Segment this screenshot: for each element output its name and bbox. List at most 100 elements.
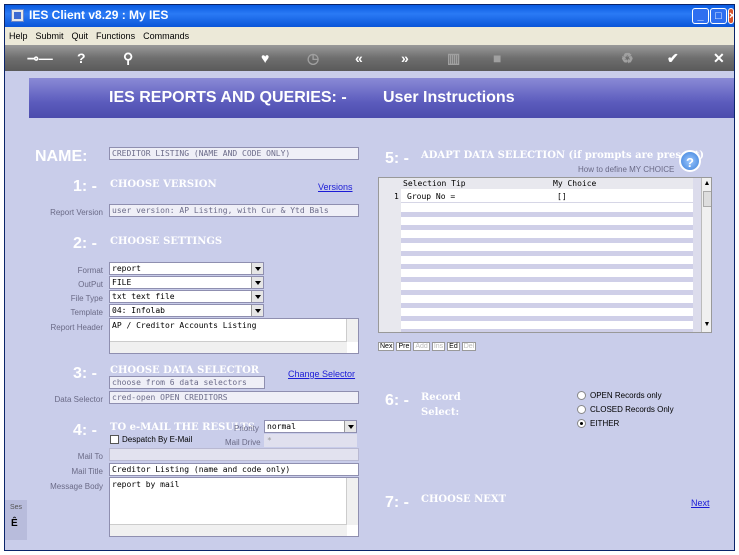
section-7-title: CHOOSE NEXT: [421, 494, 507, 505]
forward-icon[interactable]: »: [401, 49, 409, 67]
side-icon: Ê: [11, 518, 18, 529]
scroll-up-icon[interactable]: ▲: [702, 180, 711, 190]
row-choice[interactable]: []: [557, 192, 567, 201]
radio-closed-records[interactable]: CLOSED Records Only: [577, 405, 674, 415]
menu-commands[interactable]: Commands: [139, 27, 193, 41]
insert-row-button[interactable]: Ins: [431, 342, 446, 351]
define-choice-hint[interactable]: How to define MY CHOICE: [578, 165, 674, 174]
output-select[interactable]: FILE: [109, 276, 264, 289]
despatch-label: Despatch By E-Mail: [122, 435, 193, 444]
radio-icon[interactable]: [577, 419, 586, 429]
chevron-down-icon[interactable]: [251, 263, 263, 274]
template-select[interactable]: 04: Infolab: [109, 304, 264, 317]
page-banner: IES REPORTS AND QUERIES: - User Instruct…: [29, 78, 734, 118]
report-name-field: CREDITOR LISTING (NAME AND CODE ONLY): [109, 147, 359, 160]
radio-either[interactable]: EITHER: [577, 419, 619, 429]
chevron-down-icon[interactable]: [251, 277, 263, 288]
menu-submit[interactable]: Submit: [32, 27, 68, 41]
key-icon[interactable]: ⊸—: [27, 49, 53, 67]
maximize-button[interactable]: □: [710, 8, 727, 24]
template-label: Template: [70, 308, 103, 317]
next-link[interactable]: Next: [691, 498, 710, 508]
change-selector-link[interactable]: Change Selector: [288, 369, 355, 379]
section-6-number: 6: -: [385, 392, 409, 409]
output-value: FILE: [112, 278, 132, 287]
radio-open-records[interactable]: OPEN Records only: [577, 391, 662, 401]
chevron-down-icon[interactable]: [251, 305, 263, 316]
bin-icon[interactable]: ▥: [447, 49, 460, 67]
scroll-down-icon[interactable]: ▼: [702, 321, 711, 331]
mail-title-field[interactable]: Creditor Listing (name and code only): [109, 463, 359, 476]
despatch-checkbox[interactable]: Despatch By E-Mail: [110, 435, 193, 445]
section-7-number: 7: -: [385, 494, 409, 511]
radio-icon[interactable]: [577, 405, 586, 415]
heart-icon[interactable]: ♥: [261, 49, 269, 67]
report-header-label: Report Header: [50, 323, 103, 332]
stop-icon[interactable]: ■: [493, 49, 501, 67]
priority-select[interactable]: normal: [264, 420, 357, 433]
close-button[interactable]: ×: [728, 8, 734, 24]
add-row-button[interactable]: Add: [413, 342, 430, 351]
section-3-title: CHOOSE DATA SELECTOR: [110, 365, 260, 376]
priority-value: normal: [267, 422, 296, 431]
edit-row-button[interactable]: Ed: [447, 342, 460, 351]
selection-grid: Selection Tip My Choice 1 Group No = [] …: [378, 177, 712, 333]
selector-info: choose from 6 data selectors: [109, 376, 265, 389]
col-my-choice: My Choice: [553, 179, 597, 188]
report-version-field[interactable]: user version: AP Listing, with Cur & Ytd…: [109, 204, 359, 217]
menu-functions[interactable]: Functions: [92, 27, 139, 41]
section-5-number: 5: -: [385, 150, 409, 167]
format-select[interactable]: report: [109, 262, 264, 275]
menu-quit[interactable]: Quit: [68, 27, 93, 41]
banner-title: IES REPORTS AND QUERIES: -: [109, 89, 347, 106]
scrollbar[interactable]: ▲ ▼: [701, 178, 711, 332]
scroll-thumb[interactable]: [703, 191, 711, 207]
scrollbar[interactable]: [110, 341, 347, 353]
help-icon[interactable]: ?: [77, 49, 86, 67]
menu-bar: Help Submit Quit Functions Commands: [5, 27, 734, 45]
app-window: IES Client v8.29 : My IES _ □ × HelpSubm…: [4, 4, 735, 551]
section-4-number: 4: -: [73, 422, 97, 439]
help-icon[interactable]: ?: [679, 150, 701, 172]
clock-icon[interactable]: ◷: [307, 49, 319, 67]
chevron-down-icon[interactable]: [344, 421, 356, 432]
minimize-button[interactable]: _: [692, 8, 709, 24]
radio-icon[interactable]: [577, 391, 586, 401]
closed-records-label: CLOSED Records Only: [590, 405, 674, 414]
search-icon[interactable]: ⚲: [123, 49, 133, 67]
name-label: NAME:: [35, 148, 88, 165]
mail-drive-field[interactable]: *: [264, 434, 357, 447]
versions-link[interactable]: Versions: [318, 182, 353, 192]
check-icon[interactable]: ✔: [667, 49, 679, 67]
menu-help[interactable]: Help: [5, 27, 32, 41]
template-value: 04: Infolab: [112, 306, 165, 315]
next-row-button[interactable]: Nex: [378, 342, 395, 351]
grid-buttons: Nex Pre Add Ins Ed Del: [378, 335, 478, 353]
scrollbar[interactable]: [110, 524, 347, 536]
data-selector-field[interactable]: cred-open OPEN CREDITORS: [109, 391, 359, 404]
section-5-title: ADAPT DATA SELECTION (if prompts are pre…: [421, 150, 704, 161]
chevron-down-icon[interactable]: [251, 291, 263, 302]
section-2-title: CHOOSE SETTINGS: [110, 236, 223, 247]
scrollbar[interactable]: [346, 319, 358, 342]
grid-header: Selection Tip My Choice: [379, 178, 693, 189]
toolbar: ⊸— ? ⚲ ♥ ◷ « » ▥ ■ ♻ ✔ ✕: [5, 45, 734, 71]
rewind-icon[interactable]: «: [355, 49, 363, 67]
banner-subtitle: User Instructions: [383, 89, 515, 106]
row-number: 1: [394, 192, 399, 201]
file-type-select[interactable]: txt text file: [109, 290, 264, 303]
message-body-label: Message Body: [50, 482, 103, 491]
mail-to-field[interactable]: [109, 448, 359, 461]
scrollbar[interactable]: [346, 478, 358, 525]
delete-row-button[interactable]: Del: [461, 342, 477, 351]
recycle-icon[interactable]: ♻: [621, 49, 634, 67]
message-body-textarea[interactable]: report by mail: [109, 477, 359, 537]
prev-row-button[interactable]: Pre: [396, 342, 412, 351]
report-header-textarea[interactable]: AP / Creditor Accounts Listing: [109, 318, 359, 354]
file-type-value: txt text file: [112, 292, 175, 301]
close-icon[interactable]: ✕: [713, 49, 725, 67]
app-icon: [11, 9, 24, 22]
checkbox-icon[interactable]: [110, 435, 119, 445]
table-row[interactable]: Group No = []: [401, 190, 693, 203]
report-version-label: Report Version: [50, 208, 103, 217]
